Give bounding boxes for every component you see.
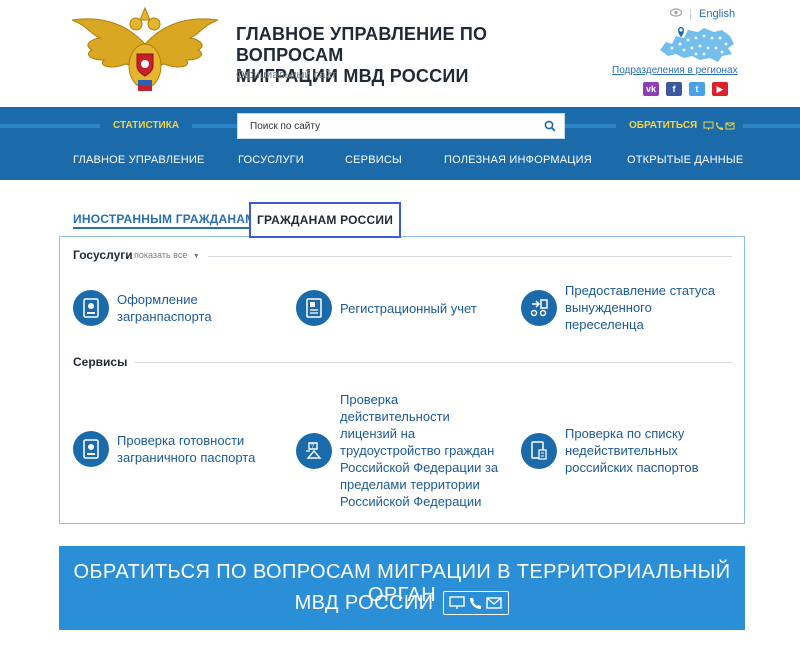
facebook-icon[interactable]: f xyxy=(666,82,682,96)
eye-icon[interactable] xyxy=(669,8,683,20)
services-title: Сервисы xyxy=(73,355,128,369)
passport-check-icon xyxy=(73,431,109,467)
banner-line2: МВД РОССИИ xyxy=(294,591,434,614)
service-item-resettler-status[interactable]: Предоставление статуса вынужденного пере… xyxy=(521,282,736,333)
item-label: Проверка действительности лицензий на тр… xyxy=(340,392,499,509)
passport-icon xyxy=(73,290,109,326)
statistics-link[interactable]: СТАТИСТИКА xyxy=(100,119,193,133)
nav-item-main-department[interactable]: ГЛАВНОЕ УПРАВЛЕНИЕ xyxy=(73,154,205,166)
service-item-registration[interactable]: Регистрационный учет xyxy=(296,290,516,326)
youtube-icon[interactable]: ▶ xyxy=(712,82,728,96)
item-label: Регистрационный учет xyxy=(340,300,477,316)
show-all-label: показать все xyxy=(134,250,188,260)
russia-map-icon[interactable] xyxy=(658,24,736,64)
appeal-banner[interactable]: ОБРАТИТЬСЯ ПО ВОПРОСАМ МИГРАЦИИ В ТЕРРИТ… xyxy=(59,546,745,630)
site-search xyxy=(237,113,565,139)
contact-icons xyxy=(443,591,510,615)
show-all-dropdown[interactable]: показать все ▼ xyxy=(134,250,200,260)
contact-link[interactable]: ОБРАТИТЬСЯ xyxy=(616,119,744,133)
document-icon xyxy=(296,290,332,326)
mvd-emblem-logo[interactable] xyxy=(70,4,220,96)
gosuslugi-divider xyxy=(208,256,732,257)
social-links: vk f t ▶ xyxy=(643,82,728,96)
regions-link[interactable]: Подразделения в регионах xyxy=(612,65,738,76)
tab-russian-citizens[interactable]: ГРАЖДАНАМ РОССИИ xyxy=(249,202,401,238)
site-header: ГЛАВНОЕ УПРАВЛЕНИЕ ПО ВОПРОСАМ МИГРАЦИИ … xyxy=(0,0,800,107)
service-item-passport[interactable]: Оформление загранпаспорта xyxy=(73,290,273,326)
license-icon: ? xyxy=(296,432,332,469)
invalid-passport-icon xyxy=(521,432,557,469)
nav-item-services[interactable]: СЕРВИСЫ xyxy=(345,154,402,166)
language-bar: English xyxy=(669,8,735,20)
banner-line2-row: МВД РОССИИ xyxy=(59,591,745,615)
site-title-line1: ГЛАВНОЕ УПРАВЛЕНИЕ ПО ВОПРОСАМ xyxy=(236,24,488,65)
site-subtitle: Официальный сайт xyxy=(236,69,337,81)
item-label: Предоставление статуса вынужденного пере… xyxy=(565,283,716,332)
nav-item-open-data[interactable]: ОТКРЫТЫЕ ДАННЫЕ xyxy=(627,154,743,166)
service-item-passport-readiness[interactable]: Проверка готовности заграничного паспорт… xyxy=(73,431,293,467)
services-divider xyxy=(135,362,732,363)
nav-item-useful-info[interactable]: ПОЛЕЗНАЯ ИНФОРМАЦИЯ xyxy=(444,154,592,166)
search-icon[interactable] xyxy=(544,120,556,132)
item-label: Проверка готовности заграничного паспорт… xyxy=(117,433,256,465)
item-label: Проверка по списку недействительных росс… xyxy=(565,426,699,475)
nav-item-gosuslugi[interactable]: ГОСУСЛУГИ xyxy=(238,154,304,166)
contact-icons xyxy=(703,121,735,130)
main-navigation: СТАТИСТИКА ОБРАТИТЬСЯ ГЛАВНОЕ УПРАВЛЕНИЕ… xyxy=(0,107,800,180)
service-item-invalid-passports[interactable]: Проверка по списку недействительных росс… xyxy=(521,425,741,476)
gosuslugi-title: Госуслуги xyxy=(73,248,133,262)
twitter-icon[interactable]: t xyxy=(689,82,705,96)
english-link[interactable]: English xyxy=(699,8,735,20)
item-label: Оформление загранпаспорта xyxy=(117,292,212,324)
search-input[interactable] xyxy=(238,120,528,132)
vk-icon[interactable]: vk xyxy=(643,82,659,96)
tab-foreign-citizens[interactable]: ИНОСТРАННЫМ ГРАЖДАНАМ xyxy=(73,212,256,229)
service-item-license-check[interactable]: ? Проверка действительности лицензий на … xyxy=(296,391,516,510)
language-divider xyxy=(690,8,691,20)
services-panel: Госуслуги показать все ▼ Оформление загр… xyxy=(59,236,745,524)
relocation-icon xyxy=(521,289,557,326)
chevron-down-icon: ▼ xyxy=(192,253,200,260)
contact-label: ОБРАТИТЬСЯ xyxy=(629,120,698,131)
